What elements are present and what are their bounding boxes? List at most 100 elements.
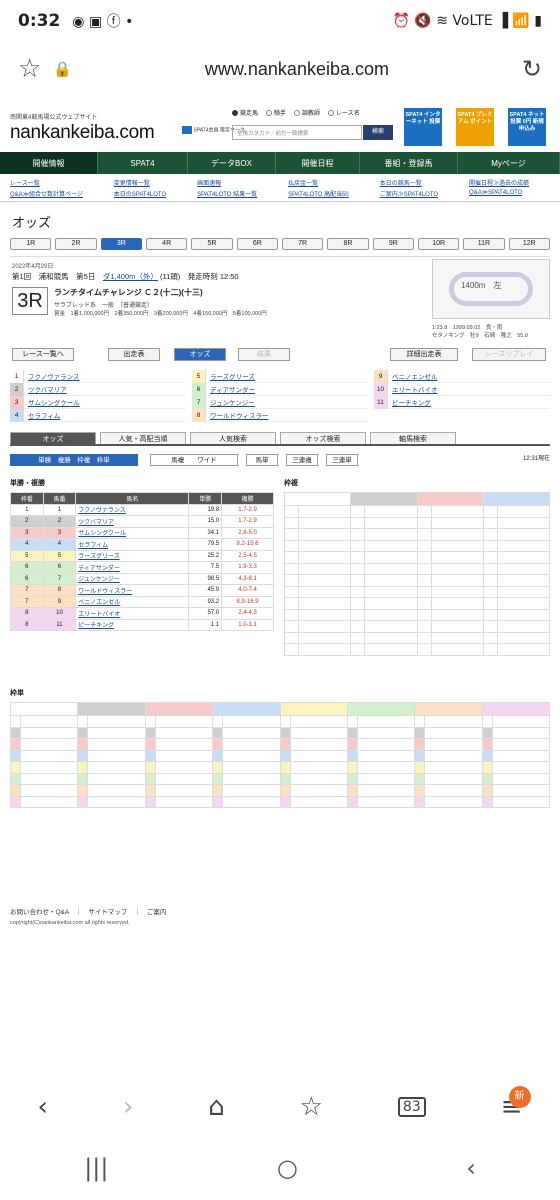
recents-icon[interactable]: ||| (84, 1154, 108, 1182)
race-tab[interactable]: 11R (463, 238, 505, 250)
entry-horse-link[interactable]: セラフィム (24, 410, 60, 420)
subnav-link[interactable]: SPAT4LOTO 高配当50 (288, 189, 370, 198)
horse-name[interactable]: ジュンケンジー (75, 572, 190, 585)
race-tab[interactable]: 8R (327, 238, 369, 250)
race-tab[interactable]: 12R (508, 238, 550, 250)
forward-icon[interactable]: › (123, 1092, 133, 1122)
race-nav-button[interactable]: 結果 (238, 348, 290, 361)
radio-dot[interactable] (294, 109, 301, 116)
odds-tab[interactable]: オッズ (10, 432, 96, 444)
odds-tab[interactable]: 軸馬検索 (370, 432, 456, 444)
spat4-ad-banner[interactable]: SPAT4 ネット投票 0円 新規申込み (508, 108, 546, 146)
subnav-link[interactable]: ご案内≫SPAT4LOTO (380, 189, 459, 198)
subnav-link[interactable]: 画面速報 (197, 178, 278, 187)
odds-tab[interactable]: オッズ検索 (280, 432, 366, 444)
nav-item[interactable]: 番組・登録馬 (360, 152, 458, 174)
race-tab[interactable]: 5R (191, 238, 233, 250)
race-nav-button[interactable]: 詳細出走表 (390, 348, 458, 361)
entry-horse-link[interactable]: ディアサンダー (206, 384, 255, 394)
subnav-link[interactable]: 開催日程≫過去の成績 (469, 178, 550, 187)
horse-name[interactable]: ツクバマリア (75, 515, 190, 528)
horse-name[interactable]: ピーチキング (75, 618, 190, 631)
horse-name[interactable]: ラーズグリーズ (75, 549, 190, 562)
race-tab[interactable]: 3R (100, 238, 142, 250)
horse-name[interactable]: エリートバイオ (75, 607, 190, 620)
entry-horse-link[interactable]: ピーチキング (388, 397, 431, 407)
menu-icon[interactable]: ≡ 新 (501, 1086, 531, 1122)
url-text[interactable]: www.nankankeiba.com (72, 59, 522, 80)
radio-dot[interactable] (232, 109, 238, 116)
wakutan-cell (424, 726, 483, 739)
system-back-icon[interactable]: ‹ (466, 1154, 476, 1182)
system-home-icon[interactable]: ○ (277, 1154, 298, 1182)
radio-dot[interactable] (266, 109, 273, 116)
search-input[interactable]: 全角カタカナ／前方一致検索 (232, 125, 362, 140)
horse-name[interactable]: フクノヴァランス (75, 503, 190, 516)
radio-dot[interactable] (328, 109, 335, 116)
spat4-ad-banner[interactable]: SPAT4 プレミアム ポイント (456, 108, 494, 146)
race-nav-button[interactable]: オッズ (174, 348, 226, 361)
entry-horse-link[interactable]: ワールドウィスラー (206, 410, 269, 420)
race-tab[interactable]: 9R (372, 238, 414, 250)
entry-horse-link[interactable]: ツクバマリア (24, 384, 67, 394)
race-tab[interactable]: 1R (10, 238, 52, 250)
reload-icon[interactable]: ↻ (522, 55, 542, 83)
horse-name[interactable]: ディアサンダー (75, 561, 190, 574)
search-button[interactable]: 検索 (363, 125, 393, 140)
wakutan-cell (491, 749, 551, 762)
entry-horse-link[interactable]: ベニノエンゼル (388, 371, 438, 381)
bookmark-star-icon[interactable]: ☆ (18, 54, 41, 84)
horse-name[interactable]: ワールドウィスラー (75, 584, 190, 597)
entry-horse-link[interactable]: サムシングクール (24, 397, 80, 407)
odds-tab[interactable]: 人気・高配当順 (100, 432, 186, 444)
spat4-ad-banner[interactable]: SPAT4 インターネット 投票 (404, 108, 442, 146)
subnav-link[interactable]: 本日のSPAT4LOTO (114, 189, 187, 198)
bookmarks-icon[interactable]: ☆ (300, 1092, 323, 1122)
race-tab[interactable]: 10R (417, 238, 460, 250)
bet-type-button[interactable]: 馬単 (246, 454, 278, 466)
race-nav-button[interactable]: レース一覧へ (12, 348, 74, 361)
race-tab[interactable]: 4R (145, 238, 188, 250)
nav-item[interactable]: 開催日程 (276, 152, 360, 174)
search-radio[interactable]: 競走馬 (232, 108, 258, 117)
nav-item[interactable]: データBOX (188, 152, 276, 174)
race-nav-button[interactable]: レースリプレイ (472, 348, 546, 361)
subnav-link[interactable]: 変更情報一覧 (114, 178, 187, 187)
odds-tab[interactable]: 人気検索 (190, 432, 276, 444)
horse-name[interactable]: サムシングクール (75, 526, 190, 539)
site-logo[interactable]: nankankeiba.com (10, 122, 155, 144)
nav-item[interactable]: 開催情報 (0, 152, 98, 174)
nav-item[interactable]: SPAT4 (98, 152, 188, 174)
entry-horse-link[interactable]: エリートバイオ (388, 384, 438, 394)
home-icon[interactable]: ⌂ (208, 1092, 225, 1122)
horse-name[interactable]: ベニノエンゼル (75, 595, 190, 608)
back-icon[interactable]: ‹ (37, 1092, 47, 1122)
race-nav-button[interactable]: 出走表 (108, 348, 160, 361)
bet-type-button[interactable]: 三連複 (286, 454, 318, 466)
entry-horse-link[interactable]: ラーズグリーズ (206, 371, 255, 381)
subnav-link[interactable]: Q&A≫SPAT4LOTO (469, 189, 550, 198)
bet-type-button[interactable]: 単勝 複勝 枠複 枠単 (10, 454, 138, 466)
wakutan-cell (356, 726, 416, 739)
bet-type-button[interactable]: 三連単 (326, 454, 358, 466)
race-distance-link[interactable]: ダ1,400m（外） (103, 272, 158, 281)
nav-item[interactable]: Myページ (458, 152, 560, 174)
race-tab[interactable]: 6R (236, 238, 278, 250)
race-tab[interactable]: 2R (55, 238, 97, 250)
entry-horse-link[interactable]: フクノヴァランス (24, 371, 79, 381)
footer-links[interactable]: お問い合わせ・Q&A ｜ サイトマップ ｜ ご案内 (10, 906, 166, 916)
subnav-link[interactable]: レース一覧 (10, 178, 104, 187)
search-radio[interactable]: 騎手 (266, 108, 286, 117)
search-radio[interactable]: レース名 (328, 108, 360, 117)
subnav-link[interactable]: 払戻金一覧 (288, 178, 370, 187)
subnav-link[interactable]: 本日の競馬一覧 (380, 178, 459, 187)
bet-type-button[interactable]: 馬複 ワイド (150, 454, 238, 466)
horse-name[interactable]: セラフィム (75, 538, 190, 551)
tabs-icon[interactable]: 83 (397, 1097, 426, 1117)
subnav-link[interactable]: SPAT4LOTO 結果一覧 (197, 189, 278, 198)
lock-icon[interactable]: 🔒 (53, 60, 72, 78)
search-radio[interactable]: 調教師 (294, 108, 320, 117)
subnav-link[interactable]: Q&A≫組合せ数計算ページ (10, 189, 104, 198)
entry-horse-link[interactable]: ジュンケンジー (206, 397, 255, 407)
race-tab[interactable]: 7R (281, 238, 324, 250)
